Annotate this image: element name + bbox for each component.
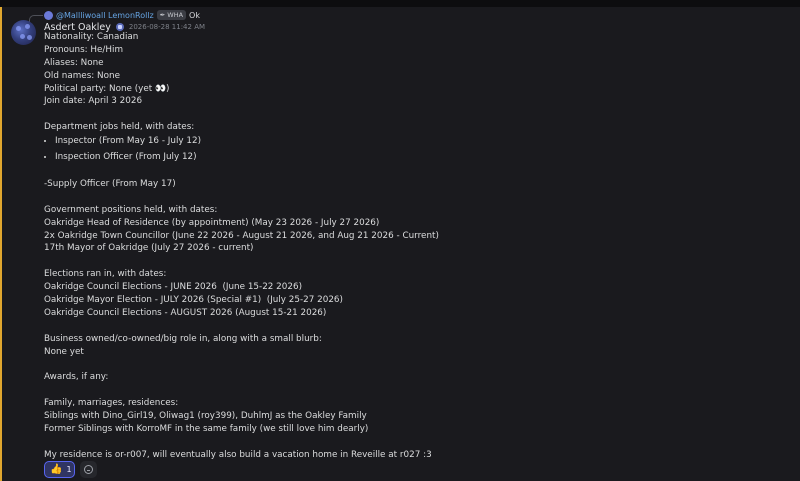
reply-avatar[interactable] xyxy=(44,10,53,20)
avatar[interactable] xyxy=(11,20,36,45)
message-line: 2x Oakridge Town Councillor (June 22 202… xyxy=(44,230,439,241)
message-line: Business owned/co-owned/big role in, alo… xyxy=(44,333,322,344)
message-line: Join date: April 3 2026 xyxy=(44,96,143,107)
message-line: 17th Mayor of Oakridge (July 27 2026 - c… xyxy=(44,243,254,254)
timestamp[interactable]: 2026-08-28 11:42 AM xyxy=(129,23,205,31)
reaction-count: 1 xyxy=(66,465,72,474)
message-line: Awards, if any: xyxy=(44,372,109,383)
message-line: Pronouns: He/Him xyxy=(44,44,124,55)
add-reaction-icon xyxy=(84,465,93,474)
message-line: Elections ran in, with dates: xyxy=(44,269,167,280)
top-bar xyxy=(0,0,800,7)
add-reaction-button[interactable] xyxy=(80,461,97,478)
message-line: None yet xyxy=(44,346,84,357)
message-body: Nationality: Canadian Pronouns: He/Him Ali… xyxy=(44,31,784,462)
message-line: Former Siblings with KorroMF in the same… xyxy=(44,423,369,434)
mention-highlight-bar xyxy=(0,7,2,481)
reply-text[interactable]: Ok xyxy=(189,11,200,20)
reply-author[interactable]: @Mallliwoall LemonRollz xyxy=(56,11,154,20)
reaction-thumbs-up[interactable]: 👍 1 xyxy=(44,461,75,478)
bullet-item: Inspector (From May 16 - July 12) xyxy=(55,134,784,150)
message-line: Siblings with Dino_Girl19, Oliwag1 (roy3… xyxy=(44,411,367,422)
message-line: Old names: None xyxy=(44,70,120,81)
message-line: Department jobs held, with dates: xyxy=(44,122,195,133)
message-line: Oakridge Mayor Election - JULY 2026 (Spe… xyxy=(44,295,343,306)
bullet-list: Inspector (From May 16 - July 12)Inspect… xyxy=(44,134,784,165)
reactions-bar: 👍 1 xyxy=(44,461,97,478)
message-line: Political party: None (yet 👀) xyxy=(44,83,170,94)
reply-server-tag: ✒ WHA xyxy=(156,10,187,20)
message-line: -Supply Officer (From May 17) xyxy=(44,179,176,190)
role-badge-icon[interactable] xyxy=(115,23,124,31)
message-line: Aliases: None xyxy=(44,57,104,68)
chat-message[interactable]: @Mallliwoall LemonRollz ✒ WHA Ok Asdert … xyxy=(0,7,800,481)
message-line: Family, marriages, residences: xyxy=(44,398,179,409)
message-line: Oakridge Head of Residence (by appointme… xyxy=(44,217,380,228)
thumbs-up-icon: 👍 xyxy=(50,464,63,475)
message-line: Nationality: Canadian xyxy=(44,32,139,42)
message-line: Oakridge Council Elections - JUNE 2026 (… xyxy=(44,282,303,293)
bullet-item: Inspection Officer (From July 12) xyxy=(55,150,784,166)
message-line: Government positions held, with dates: xyxy=(44,204,218,215)
message-line: My residence is or-r007, will eventually… xyxy=(44,449,432,460)
message-line: Oakridge Council Elections - AUGUST 2026… xyxy=(44,307,327,318)
